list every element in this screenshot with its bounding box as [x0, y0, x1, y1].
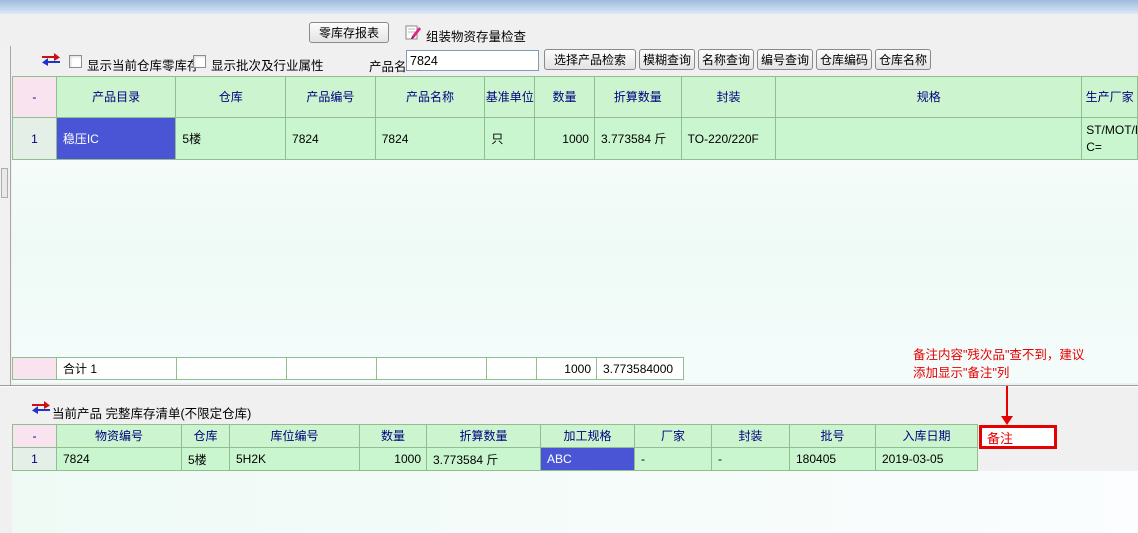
swap-arrows-icon[interactable]: [40, 53, 62, 67]
main-grid-header-row: - 产品目录 仓库 产品编号 产品名称 基准单位 数量 折算数量 封装 规格 生…: [12, 76, 1138, 118]
totals-label-cell: 合计 1: [57, 357, 177, 380]
totals-converted-qty-cell: 3.773584000: [597, 357, 684, 380]
col-header-quantity: 数量: [360, 424, 427, 448]
col-header-maker: 厂家: [635, 424, 712, 448]
col-header-warehouse: 仓库: [176, 76, 286, 118]
manufacturer-cell[interactable]: ST/MOT/F C=: [1082, 118, 1138, 160]
bottom-grid-empty-area: [12, 471, 1138, 533]
col-header-product-code: 产品编号: [286, 76, 376, 118]
annotation-arrowhead-icon: [1001, 416, 1013, 425]
bin-code-cell[interactable]: 5H2K: [230, 448, 360, 471]
warehouse-cell[interactable]: 5楼: [176, 118, 286, 160]
col-header-converted-qty: 折算数量: [595, 76, 682, 118]
assembly-check-icon[interactable]: [404, 23, 422, 41]
inbound-date-cell[interactable]: 2019-03-05: [876, 448, 978, 471]
bottom-grid-header-row: - 物资编号 仓库 库位编号 数量 折算数量 加工规格 厂家 封装 批号 入库日…: [12, 424, 978, 448]
product-search-input[interactable]: [406, 50, 539, 71]
base-unit-cell[interactable]: 只: [485, 118, 535, 160]
col-header-process-spec: 加工规格: [541, 424, 635, 448]
quantity-cell[interactable]: 1000: [535, 118, 595, 160]
totals-empty-cell: [287, 357, 377, 380]
totals-empty-cell: [177, 357, 287, 380]
col-header-inbound-date: 入库日期: [876, 424, 978, 448]
col-header-product-name: 产品名称: [376, 76, 486, 118]
query-button-bar: 选择产品检索 模糊查询 名称查询 编号查询 仓库编码 仓库名称: [544, 49, 931, 70]
row-number-cell[interactable]: 1: [12, 448, 57, 471]
assembly-check-label[interactable]: 组装物资存量检查: [426, 26, 526, 45]
totals-empty-cell: [377, 357, 487, 380]
spec-cell[interactable]: [776, 118, 1082, 160]
process-spec-cell-selected[interactable]: ABC: [541, 448, 635, 471]
row-number-cell[interactable]: 1: [12, 118, 57, 160]
col-header-package: 封装: [712, 424, 790, 448]
product-catalog-cell-selected[interactable]: 稳压IC: [57, 118, 177, 160]
col-header-batch-no: 批号: [790, 424, 876, 448]
splitter-grabber[interactable]: [1, 168, 8, 198]
col-header-row-selector: -: [12, 76, 57, 118]
converted-qty-cell[interactable]: 3.773584 斤: [595, 118, 682, 160]
totals-empty-cell: [487, 357, 537, 380]
col-header-row-selector: -: [12, 424, 57, 448]
bottom-grid-row-1: 1 7824 5楼 5H2K 1000 3.773584 斤 ABC - - 1…: [12, 448, 978, 471]
fuzzy-query-button[interactable]: 模糊查询: [639, 49, 695, 70]
remark-column-annotation-box: 备注: [979, 425, 1057, 449]
zero-stock-report-button[interactable]: 零库存报表: [309, 22, 389, 43]
package-cell[interactable]: -: [712, 448, 790, 471]
inventory-query-window: 零库存报表 组装物资存量检查 显示当前仓库零库存 显示批次及行业属性 产品名 选…: [0, 0, 1138, 533]
main-stock-grid: - 产品目录 仓库 产品编号 产品名称 基准单位 数量 折算数量 封装 规格 生…: [12, 76, 1138, 383]
col-header-package: 封装: [682, 76, 777, 118]
converted-qty-cell[interactable]: 3.773584 斤: [427, 448, 541, 471]
quantity-cell[interactable]: 1000: [360, 448, 427, 471]
totals-quantity-cell: 1000: [537, 357, 597, 380]
totals-selector-cell: [12, 357, 57, 380]
name-query-button[interactable]: 名称查询: [698, 49, 754, 70]
product-name-label: 产品名: [369, 56, 407, 75]
annotation-line-2: 添加显示"备注"列: [913, 362, 1009, 381]
maker-cell[interactable]: -: [635, 448, 712, 471]
col-header-spec: 规格: [776, 76, 1082, 118]
col-header-quantity: 数量: [535, 76, 595, 118]
batch-no-cell[interactable]: 180405: [790, 448, 876, 471]
show-batch-checkbox[interactable]: [193, 55, 206, 68]
bottom-panel-title: 当前产品 完整库存清单(不限定仓库): [52, 403, 251, 422]
annotation-arrow: [1006, 386, 1008, 416]
main-grid-totals-row: 合计 1 1000 3.773584000: [12, 357, 684, 380]
material-code-cell[interactable]: 7824: [57, 448, 182, 471]
warehouse-name-button[interactable]: 仓库名称: [875, 49, 931, 70]
main-grid-row-1: 1 稳压IC 5楼 7824 7824 只 1000 3.773584 斤 TO…: [12, 118, 1138, 160]
col-header-bin-code: 库位编号: [230, 424, 360, 448]
col-header-base-unit: 基准单位: [485, 76, 535, 118]
col-header-warehouse: 仓库: [182, 424, 230, 448]
swap-arrows-icon[interactable]: [30, 401, 52, 415]
product-code-cell[interactable]: 7824: [286, 118, 376, 160]
warehouse-code-button[interactable]: 仓库编码: [816, 49, 872, 70]
col-header-manufacturer: 生产厂家: [1082, 76, 1138, 118]
show-batch-label: 显示批次及行业属性: [211, 55, 324, 74]
col-header-converted-qty: 折算数量: [427, 424, 541, 448]
select-product-search-button[interactable]: 选择产品检索: [544, 49, 636, 70]
warehouse-cell[interactable]: 5楼: [182, 448, 230, 471]
show-zero-stock-label: 显示当前仓库零库存: [87, 55, 200, 74]
package-cell[interactable]: TO-220/220F: [682, 118, 777, 160]
col-header-material-code: 物资编号: [57, 424, 182, 448]
col-header-product-catalog: 产品目录: [57, 76, 177, 118]
show-zero-stock-checkbox[interactable]: [69, 55, 82, 68]
window-titlebar-edge: [0, 0, 1138, 14]
code-query-button[interactable]: 编号查询: [757, 49, 813, 70]
product-name-cell[interactable]: 7824: [376, 118, 486, 160]
annotation-line-1: 备注内容"残次品"查不到，建议: [913, 344, 1084, 363]
